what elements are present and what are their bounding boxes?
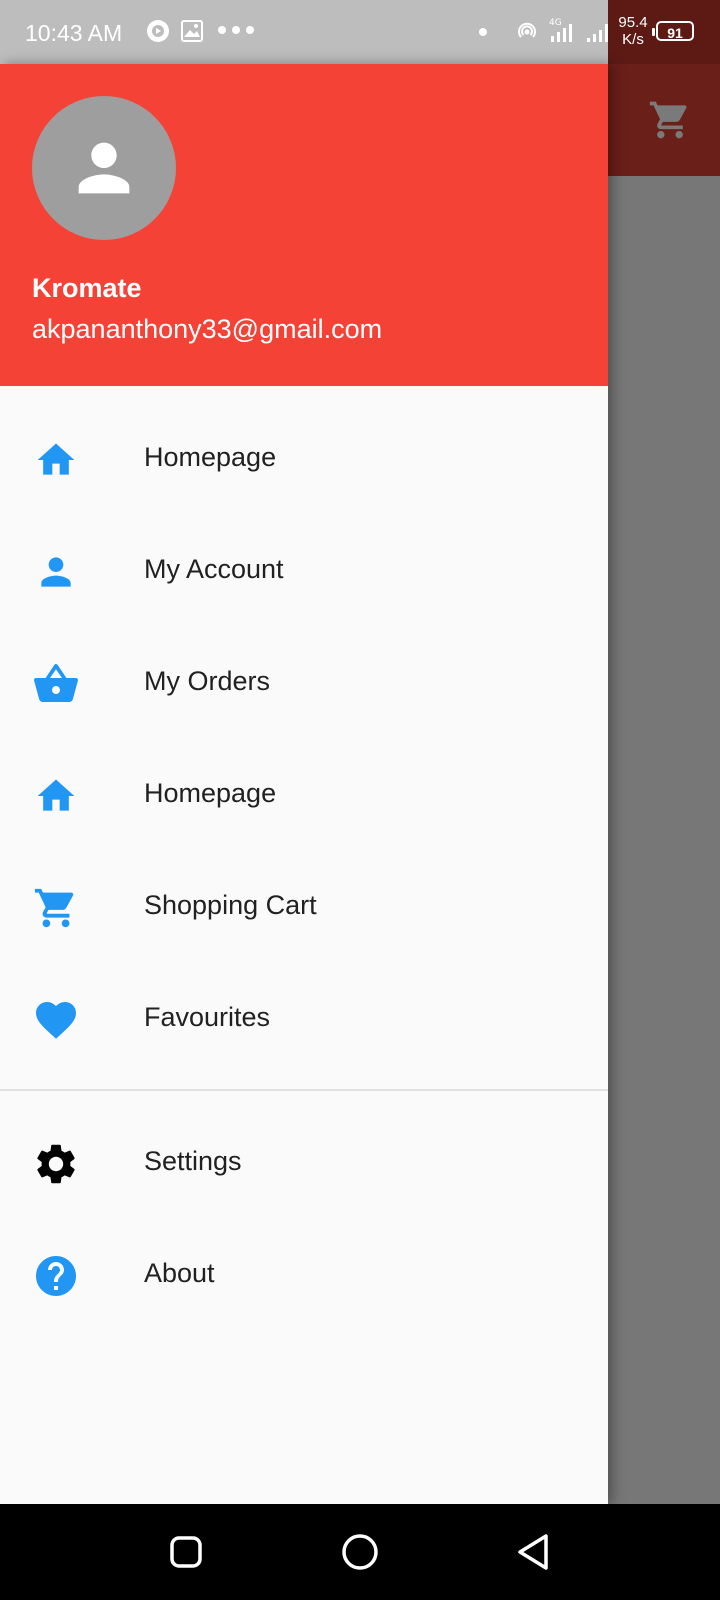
signal-4g-icon: 4G	[549, 18, 572, 42]
notification-icons	[146, 19, 204, 43]
navigation-drawer: Kromate akpananthony33@gmail.com Homepag…	[0, 64, 608, 1504]
status-bar: 10:43 AM 4G 95.4 K/s 91	[0, 0, 720, 64]
drawer-item-homepage-2[interactable]: Homepage	[0, 738, 608, 850]
play-notification-icon	[147, 20, 169, 42]
drawer-divider	[0, 1089, 608, 1091]
person-placeholder-icon	[78, 142, 130, 194]
network-speed-value: 95.4	[618, 14, 648, 31]
avatar[interactable]	[32, 96, 176, 240]
drawer-item-label: Shopping Cart	[144, 890, 317, 920]
home-icon	[32, 772, 80, 820]
drawer-item-label: About	[144, 1258, 215, 1288]
hotspot-icon	[518, 22, 536, 38]
drawer-item-homepage[interactable]: Homepage	[0, 402, 608, 514]
background-cart-icon	[649, 101, 687, 139]
home-icon	[32, 436, 80, 484]
home-button[interactable]	[340, 1532, 380, 1572]
drawer-item-label: My Account	[144, 554, 284, 584]
drawer-item-my-account[interactable]: My Account	[0, 514, 608, 626]
network-speed-unit: K/s	[622, 31, 644, 48]
image-notification-icon	[181, 20, 203, 42]
notification-dot-icon	[479, 28, 487, 36]
basket-icon	[32, 660, 80, 708]
status-right-icons: 4G	[514, 16, 612, 44]
drawer-item-label: Homepage	[144, 442, 277, 472]
system-navigation-bar	[0, 1504, 720, 1600]
drawer-item-label: My Orders	[144, 666, 271, 696]
drawer-header: Kromate akpananthony33@gmail.com	[0, 64, 608, 386]
account-name: Kromate	[32, 273, 142, 303]
gear-icon	[32, 1140, 80, 1188]
cart-icon	[32, 884, 80, 932]
svg-text:4G: 4G	[549, 18, 562, 28]
drawer-item-about[interactable]: About	[0, 1218, 608, 1330]
more-notifications-icon	[218, 26, 254, 34]
drawer-item-label: Homepage	[144, 778, 277, 808]
drawer-item-shopping-cart[interactable]: Shopping Cart	[0, 850, 608, 962]
account-email: akpananthony33@gmail.com	[32, 314, 383, 344]
battery-icon: 91	[652, 21, 694, 41]
battery-level: 91	[667, 25, 683, 41]
drawer-item-label: Settings	[144, 1146, 242, 1176]
recents-button[interactable]	[166, 1532, 206, 1572]
back-button[interactable]	[514, 1532, 554, 1572]
help-icon	[32, 1252, 80, 1300]
drawer-item-favourites[interactable]: Favourites	[0, 962, 608, 1074]
drawer-item-my-orders[interactable]: My Orders	[0, 626, 608, 738]
drawer-item-label: Favourites	[144, 1002, 271, 1032]
person-icon	[32, 548, 80, 596]
status-time: 10:43 AM	[25, 20, 123, 46]
network-speed: 95.4 K/s	[616, 14, 650, 48]
drawer-item-settings[interactable]: Settings	[0, 1106, 608, 1218]
heart-icon	[32, 996, 80, 1044]
